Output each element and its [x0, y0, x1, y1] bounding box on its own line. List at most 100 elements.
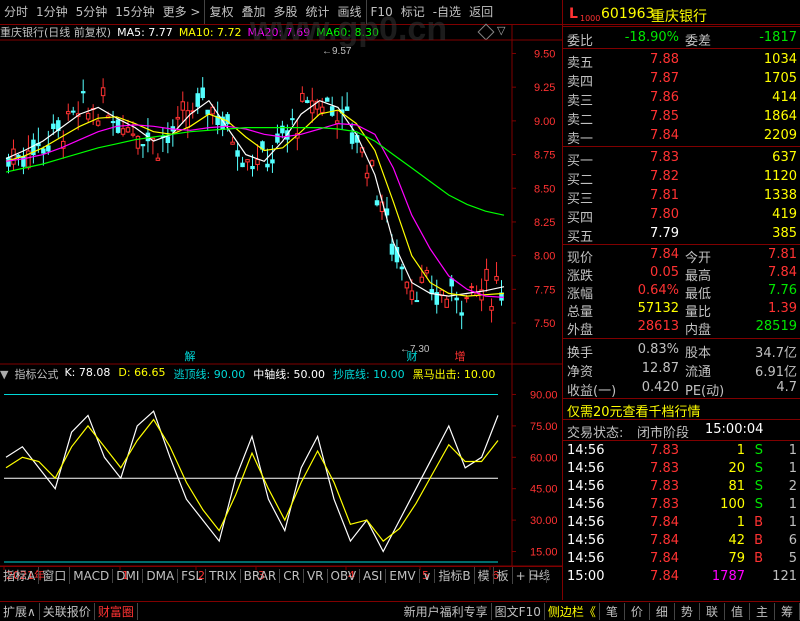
bid-vol: 1120: [763, 169, 797, 184]
bid-row-0: 买一 7.83 637: [563, 149, 800, 169]
tick-vol: 1: [736, 443, 745, 458]
indicator-tab-15[interactable]: 模: [475, 567, 494, 584]
indicator-tab-12[interactable]: EMV: [386, 568, 420, 583]
weicha-label: 委差: [685, 34, 712, 49]
indicator-tab-8[interactable]: CR: [280, 568, 304, 583]
indicator-tab-18[interactable]: −: [530, 568, 547, 583]
indicator-tab-1[interactable]: 窗口: [39, 567, 71, 584]
ask-label: 卖三: [567, 94, 594, 109]
indicator-label-1: D: 66.65: [118, 366, 166, 379]
indicator-tab-9[interactable]: VR: [304, 568, 328, 583]
tick-count: 121: [772, 569, 797, 584]
stat-value: 7.76: [768, 283, 797, 298]
ask-label: 卖五: [567, 56, 594, 71]
candle-body-12: [66, 111, 71, 115]
tick-time: 14:56: [567, 515, 605, 530]
candle-body-66: [334, 120, 340, 124]
stat-label: 净资: [567, 365, 594, 380]
candle-body-45: [230, 141, 235, 145]
panel-switch-1[interactable]: 价: [625, 603, 650, 620]
ask-price: 7.84: [650, 128, 679, 143]
candle-body-57: [290, 118, 295, 121]
stat-value: 28519: [755, 319, 797, 334]
indicator-tab-6[interactable]: TRIX: [206, 568, 241, 583]
divider: [563, 338, 800, 339]
kline-chart[interactable]: 9.50 9.25 9.00 8.75 8.50 8.25 8.00 7.75 7.50 www.…: [0, 0, 562, 582]
divider: [563, 419, 800, 420]
indicator-tab-11[interactable]: ASI: [360, 568, 387, 583]
panel-switch-5[interactable]: 值: [725, 603, 750, 620]
indicator-tab-17[interactable]: +: [513, 568, 530, 583]
promo-link[interactable]: 仅需20元查看千档行情: [567, 401, 701, 420]
candle-body-83: [419, 276, 425, 283]
indicator-tab-5[interactable]: FSL: [178, 568, 207, 583]
indicator-tab-7[interactable]: BRAR: [241, 568, 281, 583]
kdj-line-K: [5, 410, 499, 553]
stat-label: 换手: [567, 346, 594, 361]
watermark: www.gp0.cn: [249, 10, 447, 48]
tick-count: 6: [788, 533, 797, 548]
sub-chart-menu-icon[interactable]: ▼: [0, 368, 8, 381]
stat-value: 1.39: [768, 301, 797, 316]
y-tick-label-5: 8.25: [534, 217, 555, 229]
panel-switch-2[interactable]: 细: [650, 603, 675, 620]
tick-row-7: 15:00 7.84 1787 121: [563, 568, 800, 587]
tick-time: 15:00: [567, 569, 605, 584]
tick-count: 1: [788, 497, 797, 512]
bottom-tab-0[interactable]: 扩展∧: [0, 603, 40, 620]
bid-price: 7.79: [650, 226, 679, 241]
event-marker-2[interactable]: 增: [455, 349, 466, 363]
tick-price: 7.84: [650, 515, 679, 530]
ma-line-MA10: [5, 109, 505, 297]
level-sub: 1000: [580, 14, 601, 23]
bottom-tab-2[interactable]: 财富圈: [95, 603, 138, 620]
event-marker-1[interactable]: 财: [407, 349, 418, 363]
tick-price: 7.84: [650, 533, 679, 548]
indicator-tab-0[interactable]: 指标A: [0, 567, 40, 584]
panel-switch-3[interactable]: 势: [675, 603, 700, 620]
stats-row-4: 外盘 28613 内盘 28519: [563, 318, 800, 338]
y-tick-label-8: 7.50: [534, 318, 555, 330]
bottom-right-tab-1[interactable]: 图文F10: [492, 603, 545, 620]
ask-price: 7.88: [650, 52, 679, 67]
candle-body-64: [324, 97, 330, 102]
y-tick-label-6: 8.00: [534, 251, 555, 263]
indicator-tab-13[interactable]: ∨: [420, 568, 436, 583]
y-tick-label-0: 9.50: [534, 48, 555, 60]
candle-body-84: [424, 269, 430, 274]
indicator-tab-10[interactable]: OBV: [328, 568, 361, 583]
indicator-label-0: K: 78.08: [64, 366, 111, 379]
indicator-tab-3[interactable]: DMI: [113, 568, 144, 583]
tick-price: 7.84: [650, 551, 679, 566]
bottom-tab-1[interactable]: 关联报价: [40, 603, 95, 620]
candle-body-91: [459, 312, 464, 316]
candle-body-15: [80, 91, 86, 94]
stat-label: 内盘: [685, 323, 712, 338]
panel-switch-4[interactable]: 联: [700, 603, 725, 620]
event-marker-0[interactable]: 解: [185, 349, 196, 363]
candle-body-47: [240, 162, 245, 168]
panel-switch-0[interactable]: 笔: [600, 603, 625, 620]
candle-body-32: [165, 136, 171, 144]
bottom-right-tab-2[interactable]: 侧边栏《: [545, 603, 600, 620]
indicator-tab-4[interactable]: DMA: [143, 568, 179, 583]
divider: [563, 48, 800, 49]
indicator-tab-14[interactable]: 指标B: [435, 567, 475, 584]
indicator-tab-16[interactable]: 板: [494, 567, 513, 584]
panel-switch-7[interactable]: 筹: [775, 603, 800, 620]
weibi-label: 委比: [567, 34, 594, 49]
bottom-right-tab-0[interactable]: 新用户福利专享: [401, 603, 492, 620]
panel-switch-6[interactable]: 主: [750, 603, 775, 620]
candle-body-60: [305, 100, 310, 103]
candle-body-35: [180, 101, 186, 111]
indicator-tab-2[interactable]: MACD: [70, 568, 114, 583]
sub-y-tick-label-2: 60.00: [530, 452, 558, 464]
bid-label: 买二: [567, 173, 594, 188]
stat-value: 28613: [637, 319, 679, 334]
sub-chart-title[interactable]: 指标公式: [14, 366, 58, 382]
candle-body-48: [245, 159, 250, 163]
divider: [563, 146, 800, 147]
status-row: 交易状态: 闭市阶段 15:00:04: [563, 421, 800, 441]
divider: [563, 244, 800, 245]
tick-row-3: 14:56 7.83 100 S 1: [563, 496, 800, 515]
